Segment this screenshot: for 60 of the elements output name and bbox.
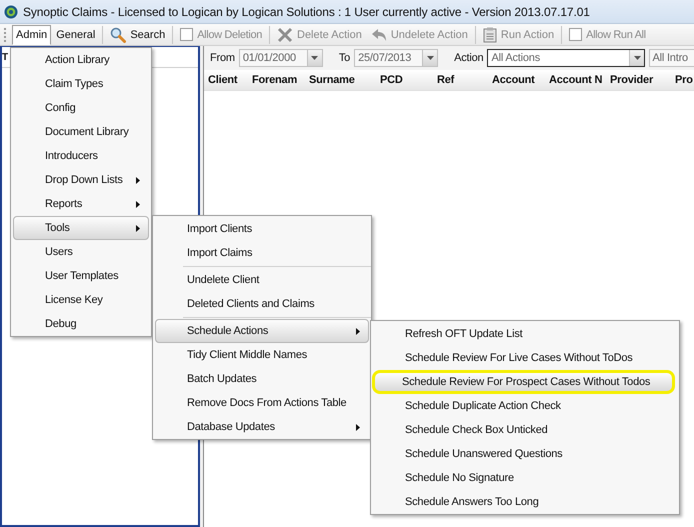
- menu-item[interactable]: License Key: [13, 288, 149, 312]
- menu-item[interactable]: Schedule Duplicate Action Check: [373, 394, 677, 418]
- menu-item[interactable]: Drop Down Lists: [13, 168, 149, 192]
- submenu-arrow-icon: [356, 424, 360, 431]
- undo-arrow-icon: [370, 28, 387, 42]
- to-date-field[interactable]: 25/07/2013: [354, 49, 438, 67]
- search-button[interactable]: Search: [106, 24, 170, 44]
- column-header[interactable]: Account N: [549, 74, 610, 86]
- menu-tab[interactable]: General: [52, 24, 100, 44]
- column-header[interactable]: Provider: [610, 74, 675, 86]
- introducer-dropdown[interactable]: All Intro: [649, 49, 694, 67]
- menu-item[interactable]: Claim Types: [13, 72, 149, 96]
- menu-item[interactable]: Introducers: [13, 144, 149, 168]
- menu-item[interactable]: Schedule Actions: [155, 319, 369, 343]
- menu-item[interactable]: Schedule No Signature: [373, 466, 677, 490]
- menu-item[interactable]: Users: [13, 240, 149, 264]
- column-header[interactable]: Pro: [675, 74, 694, 86]
- menu-item[interactable]: Document Library: [13, 120, 149, 144]
- submenu-arrow-icon: [356, 328, 360, 335]
- menu-item[interactable]: Tools: [13, 216, 149, 240]
- menu-item[interactable]: Import Claims: [155, 241, 369, 265]
- menu-item[interactable]: Reports: [13, 192, 149, 216]
- column-header[interactable]: Surname: [309, 74, 380, 86]
- window-title: Synoptic Claims - Licensed to Logican by Logican Solutions : 1 User currently active - Version 2013.07.17.01: [23, 4, 590, 18]
- x-icon: [277, 26, 293, 42]
- menu-item[interactable]: Remove Docs From Actions Table: [155, 391, 369, 415]
- submenu-arrow-icon: [136, 201, 140, 208]
- menu-item[interactable]: Batch Updates: [155, 367, 369, 391]
- column-header[interactable]: Forenam: [252, 74, 309, 86]
- column-header[interactable]: PCD: [380, 74, 437, 86]
- menu-item[interactable]: Database Updates: [155, 415, 369, 439]
- column-header[interactable]: Account: [492, 74, 549, 86]
- from-label: From: [210, 52, 235, 64]
- clipboard-icon: [482, 26, 497, 42]
- action-label: Action: [454, 52, 484, 64]
- app-icon: [4, 4, 18, 18]
- column-header[interactable]: Client: [208, 74, 252, 86]
- from-date-field[interactable]: 01/01/2000: [238, 49, 323, 67]
- menu-item[interactable]: Schedule Review For Live Cases Without ToDos: [373, 346, 677, 370]
- action-dropdown[interactable]: All Actions: [487, 49, 646, 67]
- search-icon: [110, 26, 126, 42]
- menu-item[interactable]: Config: [13, 96, 149, 120]
- menu-item[interactable]: User Templates: [13, 264, 149, 288]
- menu-item[interactable]: Action Library: [13, 48, 149, 72]
- menu-item[interactable]: Deleted Clients and Claims: [155, 292, 369, 316]
- panel-header: T: [2, 52, 8, 62]
- menu-item[interactable]: Import Clients: [155, 217, 369, 241]
- menu-item[interactable]: Schedule Review For Prospect Cases Without Todos: [372, 370, 675, 394]
- menu-item[interactable]: Schedule Unanswered Questions: [373, 442, 677, 466]
- menu-item[interactable]: Refresh OFT Update List: [373, 322, 677, 346]
- submenu-arrow-icon: [136, 225, 140, 232]
- menu-item[interactable]: Debug: [13, 312, 149, 336]
- menu-item[interactable]: Tidy Client Middle Names: [155, 343, 369, 367]
- submenu-arrow-icon: [136, 177, 140, 184]
- menu-tab[interactable]: Admin: [12, 24, 52, 44]
- column-header[interactable]: Ref: [437, 74, 492, 86]
- menu-item[interactable]: Schedule Answers Too Long: [373, 490, 677, 514]
- menu-item[interactable]: Undelete Client: [155, 268, 369, 292]
- menu-item[interactable]: Schedule Check Box Unticked: [373, 418, 677, 442]
- to-label: To: [338, 52, 350, 64]
